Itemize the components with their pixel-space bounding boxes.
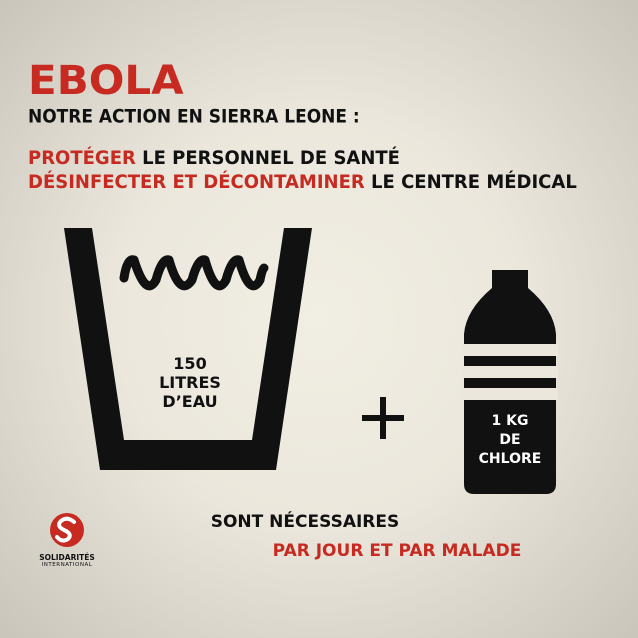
water-glass-icon (64, 228, 312, 470)
water-unit: LITRES (159, 373, 221, 392)
action-text-disinfect: LE CENTRE MÉDICAL (364, 171, 577, 194)
chlorine-connector: DE (499, 432, 521, 448)
footer-necessary: SONT NÉCESSAIRES (210, 512, 400, 532)
water-substance: D’EAU (162, 392, 218, 411)
action-highlight-disinfect: DÉSINFECTER ET DÉCONTAMINER (28, 171, 365, 194)
water-quantity-label: 150 LITRES D’EAU (120, 354, 260, 411)
chlorine-amount: 1 KG (491, 413, 529, 429)
solidarites-logo: SOLIDARITÉS INTERNATIONAL (28, 512, 106, 568)
chlorine-substance: CHLORE (478, 451, 542, 467)
water-amount: 150 (173, 354, 207, 373)
logo-name: SOLIDARITÉS (39, 553, 95, 562)
page-subtitle: NOTRE ACTION EN SIERRA LEONE : (28, 106, 360, 128)
plus-icon (362, 397, 404, 439)
logo-subtitle: INTERNATIONAL (41, 562, 93, 568)
chlorine-quantity-label: 1 KG DE CHLORE (464, 412, 556, 469)
solidarites-logo-icon (50, 513, 84, 547)
footer-per-day: PAR JOUR ET PAR MALADE (272, 541, 522, 561)
action-highlight-protect: PROTÉGER (28, 147, 136, 170)
action-line-protect: PROTÉGER LE PERSONNEL DE SANTÉ (28, 147, 400, 169)
page-title: EBOLA (28, 58, 184, 104)
action-text-protect: LE PERSONNEL DE SANTÉ (135, 147, 400, 170)
action-line-disinfect: DÉSINFECTER ET DÉCONTAMINER LE CENTRE MÉ… (28, 171, 577, 193)
